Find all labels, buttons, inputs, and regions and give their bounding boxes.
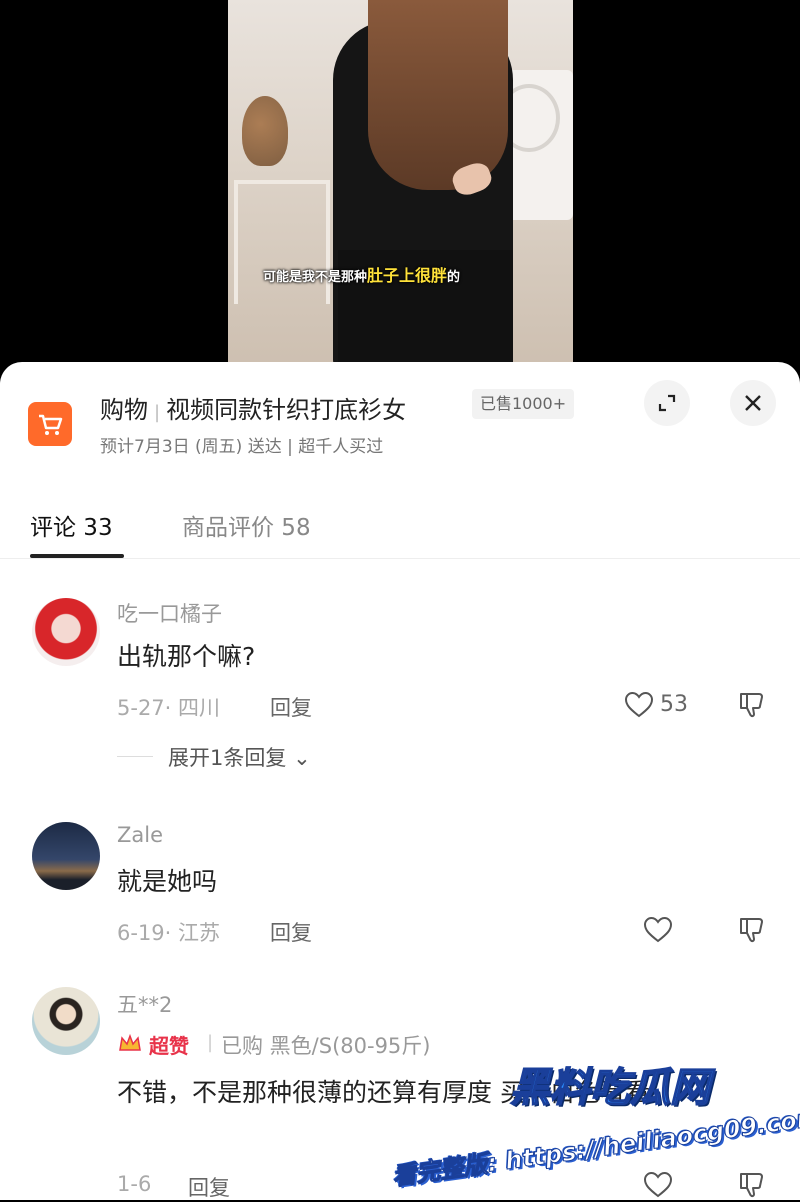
expand-divider [117, 756, 153, 757]
like-count: 53 [660, 692, 688, 717]
recommend-badge: 超赞 [149, 1034, 189, 1058]
badge-separator: | [207, 1032, 214, 1053]
comment-text: 出轨那个嘛? [117, 642, 256, 671]
person-hair [368, 0, 508, 190]
purchase-spec: 已购 黑色/S(80-95斤) [221, 1034, 431, 1058]
video-player[interactable]: 可能是我不是那种肚子上很胖的 [0, 0, 800, 372]
comment-username[interactable]: Zale [117, 823, 163, 847]
sold-count-badge: 已售1000+ [472, 389, 575, 419]
comment-text: 不错，不是那种很薄的还算有厚度 买个白色看看 [117, 1078, 650, 1107]
shopping-cart-icon [28, 402, 72, 446]
tab-comments[interactable]: 评论 33 [30, 508, 113, 542]
thumbs-down-icon[interactable] [737, 915, 767, 945]
avatar[interactable] [32, 987, 100, 1055]
product-card[interactable]: 购物 | 视频同款针织打底衫女 已售1000+ 预计7月3日 (周五) 送达 | 超… [0, 362, 800, 472]
expand-icon [658, 394, 676, 412]
avatar[interactable] [32, 598, 100, 666]
thumbs-down-icon[interactable] [737, 690, 767, 720]
background-decor [242, 96, 288, 166]
close-button[interactable] [730, 380, 776, 426]
video-frame: 可能是我不是那种肚子上很胖的 [228, 0, 573, 372]
tab-product-reviews[interactable]: 商品评价 58 [182, 508, 311, 542]
heart-icon[interactable] [624, 690, 654, 720]
close-icon [745, 395, 761, 411]
reply-button[interactable]: 回复 [270, 917, 312, 947]
comment-username[interactable]: 五**2 [117, 989, 172, 1019]
expand-button[interactable] [644, 380, 690, 426]
delivery-info: 预计7月3日 (周五) 送达 | 超千人买过 [100, 437, 384, 457]
reply-button[interactable]: 回复 [188, 1172, 230, 1202]
comment-username[interactable]: 吃一口橘子 [117, 598, 222, 628]
reply-button[interactable]: 回复 [270, 692, 312, 722]
comment-meta: 1-6 [117, 1172, 152, 1196]
product-title: 购物 | 视频同款针织打底衫女 [100, 396, 407, 424]
heart-icon[interactable] [643, 915, 673, 945]
comment-meta: 5-27· 四川 [117, 696, 221, 720]
comment-meta: 6-19· 江苏 [117, 921, 221, 945]
thumbs-down-icon[interactable] [737, 1170, 767, 1200]
avatar[interactable] [32, 822, 100, 890]
crown-icon [119, 1033, 141, 1051]
expand-replies-button[interactable]: 展开1条回复 ⌄ [168, 742, 311, 772]
heart-icon[interactable] [643, 1170, 673, 1200]
chevron-down-icon: ⌄ [293, 746, 311, 770]
video-caption: 可能是我不是那种肚子上很胖的 [263, 266, 461, 285]
comment-tabs: 评论 33 商品评价 58 [0, 500, 800, 559]
comment-sheet: 购物 | 视频同款针织打底衫女 已售1000+ 预计7月3日 (周五) 送达 | 超… [0, 362, 800, 1200]
active-tab-indicator [30, 554, 124, 558]
comment-text: 就是她吗 [117, 867, 218, 896]
